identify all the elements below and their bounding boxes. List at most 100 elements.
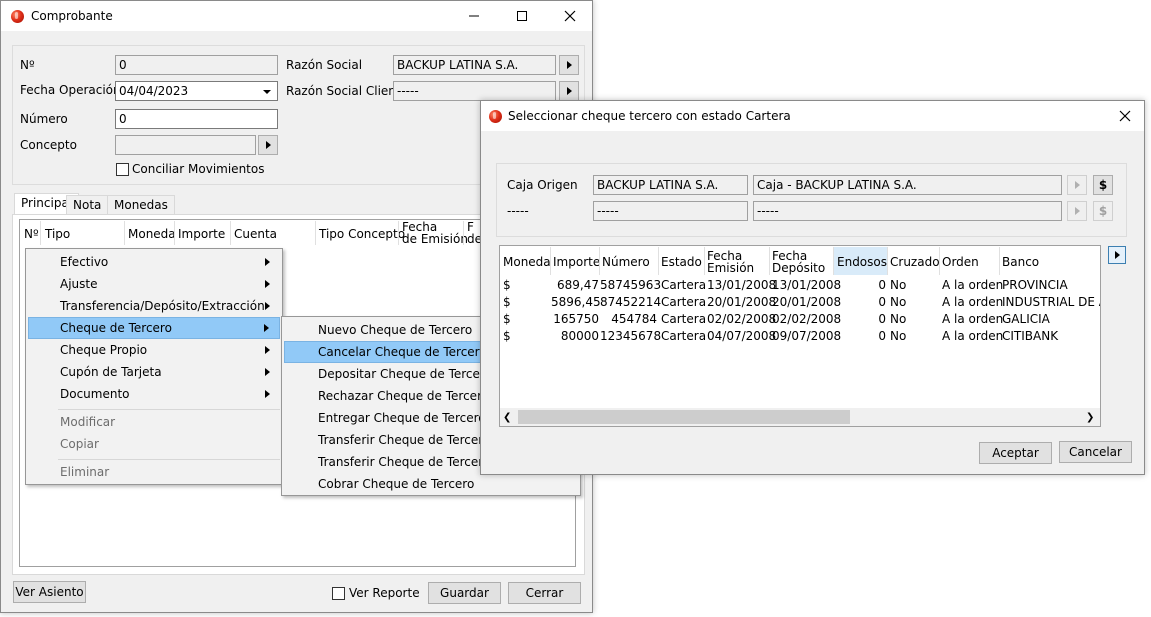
menu-item-copiar[interactable]: Copiar [28,433,280,455]
menu-separator [58,409,280,410]
row2-currency-button[interactable]: $ [1093,201,1113,221]
razon-social-field[interactable]: BACKUP LATINA S.A. [393,55,556,75]
cell-orden: A la orden [942,278,1004,292]
col-tipo-concepto[interactable]: Tipo Concepto [319,228,405,240]
caja-origen-currency-button[interactable]: $ [1093,175,1113,195]
row2-select-button[interactable] [1067,201,1087,221]
submenu-arrow-icon [265,368,270,376]
col-divider [124,221,125,245]
fecha-operacion-dropdown[interactable]: 04/04/2023 [115,81,278,101]
dcol-moneda[interactable]: Moneda [503,256,551,268]
col-fecha-emision[interactable]: Fecha de Emisión [402,221,468,245]
dcol-fecha-emision[interactable]: Fecha Emisión [707,250,754,274]
conciliar-checkbox[interactable] [116,163,129,176]
row2-field-b[interactable]: ----- [753,201,1062,221]
dcol-banco[interactable]: Banco [1002,256,1039,268]
col-moneda[interactable]: Moneda [128,228,176,240]
col-tipo[interactable]: Tipo [45,228,70,240]
cell-cruzado: No [890,278,907,292]
dialog-close-button[interactable] [1107,101,1143,131]
ver-reporte-checkbox[interactable] [332,587,345,600]
dcol-numero[interactable]: Número [602,256,650,268]
scroll-right-icon[interactable]: ❯ [1086,412,1094,423]
ver-asiento-button[interactable]: Ver Asiento [13,581,86,603]
guardar-button[interactable]: Guardar [428,582,501,604]
maximize-button[interactable] [499,1,545,31]
col-divider [887,247,888,275]
close-button[interactable] [547,1,593,31]
cell-endosos: 0 [878,312,886,326]
menu-item-ajuste[interactable]: Ajuste [28,273,280,295]
cell-orden: A la orden [942,329,1004,343]
play-icon [1074,207,1080,215]
concepto-field[interactable] [115,135,256,155]
caja-origen-caja-field[interactable]: Caja - BACKUP LATINA S.A. [753,175,1062,195]
concepto-select-button[interactable] [258,135,278,155]
cell-cruzado: No [890,295,907,309]
menu-item-cheque-tercero[interactable]: Cheque de Tercero [28,317,280,339]
cell-moneda: $ [503,278,511,292]
cell-fecha-deposito: 13/01/2008 [772,278,842,292]
col-numero[interactable]: Nº [24,228,39,240]
col-divider [658,247,659,275]
cell-cruzado: No [890,312,907,326]
main-titlebar[interactable]: Comprobante [1,1,592,31]
ver-reporte-label: Ver Reporte [349,586,420,600]
minimize-button[interactable] [451,1,497,31]
menu-item-cupon-tarjeta[interactable]: Cupón de Tarjeta [28,361,280,383]
menu-item-modificar[interactable]: Modificar [28,411,280,433]
cell-importe: 689,47 [557,278,599,292]
col-cuenta[interactable]: Cuenta [234,228,277,240]
tab-monedas[interactable]: Monedas [107,195,175,215]
menu-item-cheque-propio[interactable]: Cheque Propio [28,339,280,361]
select-cheque-dialog: Seleccionar cheque tercero con estado Ca… [480,100,1145,475]
razon-social-cliente-label: Razón Social Cliente [286,84,409,98]
dcol-orden[interactable]: Orden [942,256,979,268]
cell-fecha-emision: 02/02/2008 [707,312,777,326]
razon-social-select-button[interactable] [559,55,579,75]
cell-estado: Cartera [661,312,707,326]
caja-origen-empresa-field[interactable]: BACKUP LATINA S.A. [593,175,748,195]
cancelar-button[interactable]: Cancelar [1059,441,1132,463]
cerrar-button[interactable]: Cerrar [508,582,581,604]
tab-nota[interactable]: Nota [66,195,109,215]
play-icon [566,61,572,69]
row2-field-a[interactable]: ----- [593,201,748,221]
submenu-arrow-icon [265,280,270,288]
dialog-titlebar[interactable]: Seleccionar cheque tercero con estado Ca… [481,101,1144,131]
caja-origen-select-button[interactable] [1067,175,1087,195]
scroll-left-icon[interactable]: ❮ [503,412,511,423]
chevron-down-icon [263,90,271,94]
close-icon [564,10,576,22]
razon-social-cliente-field[interactable]: ----- [393,81,556,101]
cell-orden: A la orden [942,312,1004,326]
dcol-endosos[interactable]: Endosos [837,256,887,268]
col-divider [599,247,600,275]
razon-social-cliente-select-button[interactable] [559,81,579,101]
col-divider [769,247,770,275]
dcol-cruzado[interactable]: Cruzado [890,256,940,268]
col-importe[interactable]: Importe [178,228,225,240]
menu-item-documento[interactable]: Documento [28,383,280,405]
submenu-item-cobrar[interactable]: Cobrar Cheque de Tercero [284,473,578,495]
submenu-arrow-icon [265,346,270,354]
dcol-importe[interactable]: Importe [553,256,600,268]
dcol-estado[interactable]: Estado [661,256,702,268]
dcol-fecha-deposito[interactable]: Fecha Depósito [772,250,825,274]
col-divider [550,247,551,275]
submenu-arrow-icon [264,324,269,332]
col-divider [230,221,231,245]
cell-fecha-emision: 13/01/2008 [707,278,777,292]
menu-item-efectivo[interactable]: Efectivo [28,251,280,273]
menu-item-eliminar[interactable]: Eliminar [28,461,280,483]
menu-item-transferencia[interactable]: Transferencia/Depósito/Extracción [28,295,280,317]
submenu-arrow-icon [265,302,270,310]
aceptar-button[interactable]: Aceptar [979,442,1052,464]
grid-expand-button[interactable] [1108,246,1126,264]
play-icon [265,141,271,149]
numero-field[interactable]: 0 [115,109,278,129]
scrollbar-thumb[interactable] [518,410,850,424]
caja-origen-label: Caja Origen [507,178,578,192]
cell-endosos: 0 [878,295,886,309]
numero-sign-field[interactable]: 0 [115,55,278,75]
